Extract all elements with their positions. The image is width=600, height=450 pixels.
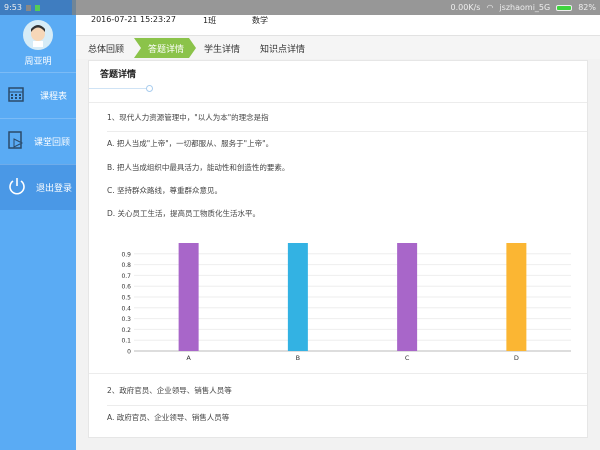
tab-bar: 总体回顾 答题详情 学生详情 知识点详情 — [76, 35, 600, 59]
divider — [107, 131, 587, 132]
sidebar-item-label: 退出登录 — [36, 184, 73, 194]
battery-icon — [556, 4, 573, 11]
question-1: 1、现代人力资源管理中，"以人为本"的理念是指 — [107, 113, 269, 122]
tab-knowledge-details[interactable]: 知识点详情 — [252, 38, 322, 58]
q1-option-a: A. 把人当成"上帝"，一切都服从、服务于"上帝"。 — [107, 139, 274, 148]
bar-d — [506, 243, 527, 351]
session-header: 2016-07-21 15:23:27 1班 数学 — [76, 15, 600, 35]
sidebar-item-label: 课程表 — [40, 92, 68, 102]
bar-a — [178, 243, 199, 351]
network-speed: 0.00K/s — [450, 3, 481, 12]
y-tick-label: 0.1 — [121, 338, 131, 345]
sidebar-item-schedule[interactable]: 课程表 — [0, 72, 76, 118]
x-tick-label: B — [296, 354, 300, 361]
divider — [89, 373, 587, 374]
q1-option-c: C. 坚持群众路线，尊重群众意见。 — [107, 186, 223, 195]
battery-level: 82% — [578, 3, 596, 12]
wifi-icon: ◠ — [486, 3, 494, 12]
x-tick-label: A — [186, 354, 191, 361]
y-tick-label: 0.9 — [121, 251, 131, 258]
y-tick-label: 0.3 — [121, 316, 131, 323]
x-tick-label: D — [514, 354, 519, 361]
status-bar: 9:53 0.00K/s ◠ jszhaomi_5G 82% — [0, 0, 600, 15]
bar-c — [397, 243, 418, 351]
x-tick-label: C — [405, 354, 410, 361]
sidebar-item-logout[interactable]: 退出登录 — [0, 164, 76, 210]
video-icon — [8, 131, 24, 152]
sidebar: 周亚明 课程表 课堂回顾 退出登录 — [0, 0, 76, 450]
indicator-dot — [146, 85, 153, 92]
tab-answer-details[interactable]: 答题详情 — [134, 38, 196, 58]
session-datetime: 2016-07-21 15:23:27 — [91, 15, 176, 24]
status-time: 9:53 — [4, 3, 22, 12]
y-tick-label: 0 — [127, 349, 131, 356]
y-tick-label: 0.8 — [121, 262, 131, 269]
power-icon — [8, 177, 26, 198]
wifi-name: jszhaomi_5G — [499, 3, 551, 12]
avatar[interactable] — [23, 20, 53, 50]
app-icon — [34, 4, 40, 11]
y-tick-label: 0.2 — [121, 327, 131, 334]
tab-overview[interactable]: 总体回顾 — [80, 38, 138, 58]
y-tick-label: 0.5 — [121, 295, 131, 302]
q1-option-b: B. 把人当成组织中最具活力，能动性和创造性的要素。 — [107, 163, 290, 172]
answer-details-card: 答题详情 1、现代人力资源管理中，"以人为本"的理念是指 A. 把人当成"上帝"… — [88, 60, 588, 438]
sidebar-item-review[interactable]: 课堂回顾 — [0, 118, 76, 164]
q1-option-d: D. 关心员工生活，提高员工物质化生活水平。 — [107, 209, 261, 218]
tab-student-details[interactable]: 学生详情 — [196, 38, 256, 58]
question-2: 2、政府官员、企业领导、销售人员等 — [107, 386, 232, 395]
bar-b — [287, 243, 308, 351]
answer-bar-chart: 0 0.1 0.2 0.3 0.4 0.5 0.6 0.7 0.8 0.9 A B C D — [121, 243, 571, 361]
title-underline — [89, 88, 147, 89]
divider — [107, 405, 587, 406]
card-title: 答题详情 — [100, 70, 137, 80]
q2-option-a: A. 政府官员、企业领导、销售人员等 — [107, 413, 230, 422]
y-tick-label: 0.7 — [121, 273, 131, 280]
subject: 数学 — [252, 16, 268, 25]
sidebar-item-label: 课堂回顾 — [34, 138, 71, 148]
user-name: 周亚明 — [24, 57, 52, 67]
calendar-icon — [8, 86, 24, 105]
y-tick-label: 0.6 — [121, 284, 131, 291]
class-name: 1班 — [203, 16, 217, 25]
notification-icon — [25, 4, 31, 11]
y-tick-label: 0.4 — [121, 305, 131, 312]
divider — [89, 102, 587, 103]
